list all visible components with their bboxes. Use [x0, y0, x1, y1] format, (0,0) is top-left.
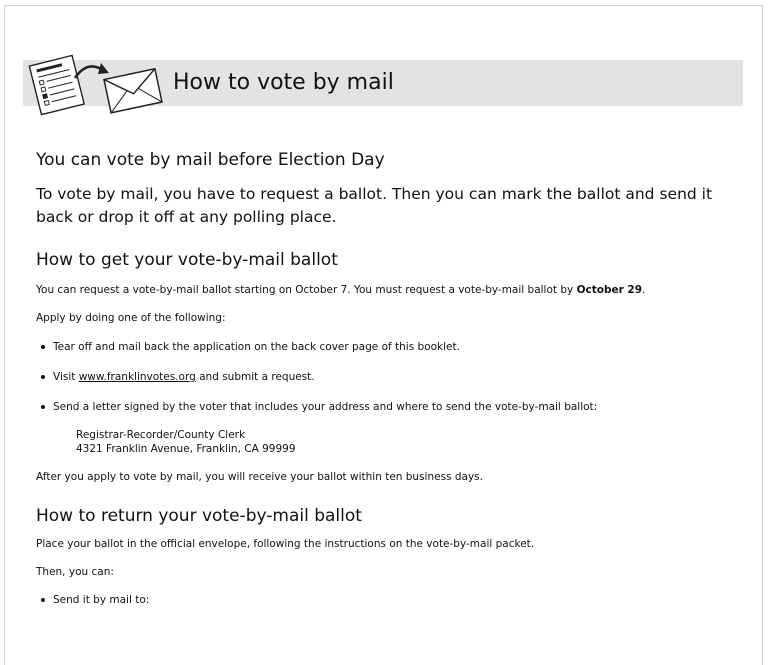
- then-text: Then, you can:: [36, 566, 114, 578]
- mailing-address: Registrar-Recorder/County Clerk 4321 Fra…: [36, 428, 736, 456]
- document-page: How to vote by mail You can vote by mail…: [4, 5, 763, 665]
- list-item: Visit www.franklinvotes.org and submit a…: [36, 370, 736, 384]
- intro-text: To vote by mail, you have to request a b…: [36, 185, 713, 226]
- return-ballot-heading: How to return your vote-by-mail ballot: [36, 506, 362, 526]
- ballot-envelope-icon: [28, 54, 163, 116]
- address-line: 4321 Franklin Avenue, Franklin, CA 99999: [76, 443, 296, 455]
- main-content: You can vote by mail before Election Day…: [36, 150, 736, 607]
- envelope-instructions: Place your ballot in the official envelo…: [36, 538, 535, 550]
- list-item: Tear off and mail back the application o…: [36, 340, 736, 354]
- get-ballot-heading: How to get your vote-by-mail ballot: [36, 250, 338, 270]
- address-line: Registrar-Recorder/County Clerk: [76, 429, 246, 441]
- request-end: .: [642, 284, 646, 296]
- return-list: Send it by mail to:: [36, 593, 736, 607]
- visit-text-end: and submit a request.: [195, 371, 315, 383]
- intro-heading: You can vote by mail before Election Day: [36, 150, 385, 170]
- apply-list: Tear off and mail back the application o…: [36, 340, 736, 414]
- visit-text: Visit: [53, 371, 79, 383]
- list-item: Send it by mail to:: [36, 593, 736, 607]
- apply-text: Apply by doing one of the following:: [36, 312, 226, 324]
- banner-title: How to vote by mail: [173, 70, 394, 95]
- request-text: You can request a vote-by-mail ballot st…: [36, 284, 577, 296]
- request-paragraph: You can request a vote-by-mail ballot st…: [36, 283, 656, 297]
- franklinvotes-link[interactable]: www.franklinvotes.org: [79, 371, 196, 383]
- deadline-date: October 29: [576, 284, 643, 296]
- after-apply-text: After you apply to vote by mail, you wil…: [36, 471, 483, 483]
- list-item: Send a letter signed by the voter that i…: [36, 400, 736, 414]
